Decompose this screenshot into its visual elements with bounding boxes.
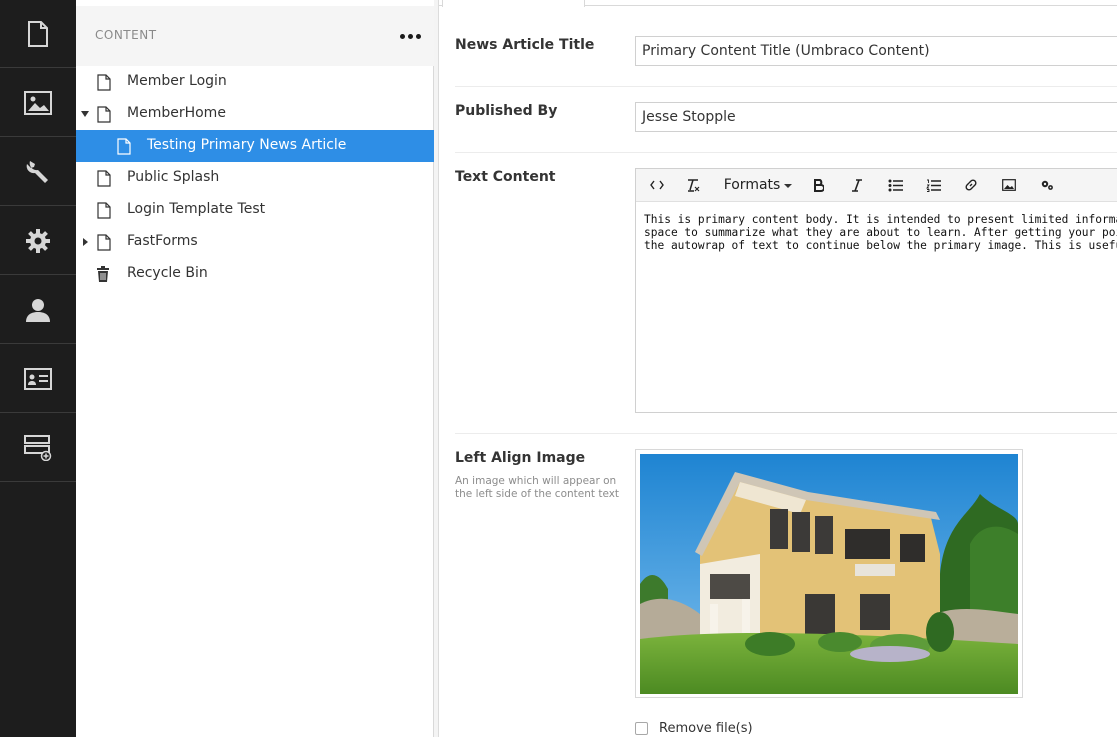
- tree-node-fastforms[interactable]: FastForms: [76, 226, 434, 258]
- section-content[interactable]: [0, 0, 76, 68]
- rte-line: This is primary content body. It is inte…: [644, 213, 1117, 226]
- content-editor: News Article Title Primary Content Title…: [439, 0, 1117, 737]
- remove-files-row: Remove file(s): [635, 719, 753, 737]
- numbered-list-icon[interactable]: [924, 174, 942, 196]
- rte-toolbar: Formats: [636, 169, 1117, 202]
- tree-node-label: MemberHome: [127, 105, 226, 121]
- rte-content[interactable]: This is primary content body. It is inte…: [644, 213, 1117, 252]
- left-image-label: Left Align Image: [455, 450, 586, 466]
- title-label: News Article Title: [455, 37, 595, 53]
- rte-line: the autowrap of text to continue below t…: [644, 239, 1117, 252]
- divider: [455, 86, 1117, 87]
- title-input[interactable]: Primary Content Title (Umbraco Content): [635, 36, 1117, 66]
- published-by-input[interactable]: Jesse Stopple: [635, 102, 1117, 132]
- link-icon[interactable]: [962, 174, 980, 196]
- form-icon: [24, 367, 52, 390]
- tab-active[interactable]: [442, 0, 585, 7]
- rich-text-editor[interactable]: Formats This is primary content body. It…: [635, 168, 1117, 413]
- italic-icon[interactable]: [848, 174, 866, 196]
- formats-dropdown[interactable]: Formats: [723, 174, 793, 196]
- wrench-icon: [25, 159, 51, 185]
- source-code-icon[interactable]: [648, 174, 666, 196]
- deploy-icon: [24, 434, 52, 461]
- image-icon[interactable]: [1000, 174, 1018, 196]
- trash-icon: [96, 266, 110, 283]
- macro-icon[interactable]: [1038, 174, 1056, 196]
- tree-node-label: Login Template Test: [127, 201, 266, 217]
- tree-node-label: Testing Primary News Article: [147, 137, 347, 153]
- tree-header: CONTENT: [76, 6, 434, 66]
- tree-node-label: Public Splash: [127, 169, 220, 185]
- member-icon: [25, 297, 51, 323]
- content-icon: [27, 20, 49, 47]
- published-by-label: Published By: [455, 103, 558, 119]
- rte-line: space to summarize what they are about t…: [644, 226, 1117, 239]
- tree-title: CONTENT: [95, 28, 157, 42]
- tree-node-testing-primary-news-article[interactable]: Testing Primary News Article: [76, 130, 434, 162]
- divider: [455, 152, 1117, 153]
- formats-label: Formats: [723, 177, 781, 193]
- section-forms[interactable]: [0, 345, 76, 413]
- more-options-icon[interactable]: [398, 26, 422, 46]
- tree-node-login-template-test[interactable]: Login Template Test: [76, 194, 434, 226]
- document-icon: [117, 138, 131, 155]
- tree-node-memberhome[interactable]: MemberHome: [76, 98, 434, 130]
- media-icon: [24, 90, 52, 115]
- section-settings[interactable]: [0, 138, 76, 206]
- section-media[interactable]: [0, 69, 76, 137]
- house-photo: [640, 454, 1018, 694]
- left-image-description: An image which will appear on the left s…: [455, 475, 620, 500]
- document-icon: [97, 170, 111, 187]
- gear-icon: [25, 228, 51, 254]
- bullet-list-icon[interactable]: [886, 174, 904, 196]
- remove-files-label[interactable]: Remove file(s): [659, 721, 753, 736]
- tree-node-label: Member Login: [127, 73, 227, 89]
- content-tree-panel: CONTENT Member Login MemberHome Testing …: [76, 0, 434, 737]
- chevron-down-icon: [784, 184, 793, 188]
- tree-node-member-login[interactable]: Member Login: [76, 66, 434, 98]
- remove-files-checkbox[interactable]: [635, 721, 648, 735]
- document-icon: [97, 74, 111, 91]
- image-preview[interactable]: [635, 449, 1023, 698]
- expand-caret-icon[interactable]: [83, 238, 88, 246]
- divider: [455, 433, 1117, 434]
- tree-node-label: Recycle Bin: [127, 265, 208, 281]
- text-content-label: Text Content: [455, 169, 556, 185]
- section-members[interactable]: [0, 276, 76, 344]
- tree-node-label: FastForms: [127, 233, 198, 249]
- tree-node-recycle-bin[interactable]: Recycle Bin: [76, 258, 434, 290]
- document-icon: [97, 202, 111, 219]
- section-rail: [0, 0, 76, 737]
- expand-caret-icon[interactable]: [81, 111, 89, 117]
- section-developer[interactable]: [0, 207, 76, 275]
- umbraco-backoffice: CONTENT Member Login MemberHome Testing …: [0, 0, 1117, 737]
- bold-icon[interactable]: [810, 174, 828, 196]
- tree-node-public-splash[interactable]: Public Splash: [76, 162, 434, 194]
- document-icon: [97, 234, 111, 251]
- clear-format-icon[interactable]: [684, 174, 702, 196]
- section-deploy[interactable]: [0, 414, 76, 482]
- document-icon: [97, 106, 111, 123]
